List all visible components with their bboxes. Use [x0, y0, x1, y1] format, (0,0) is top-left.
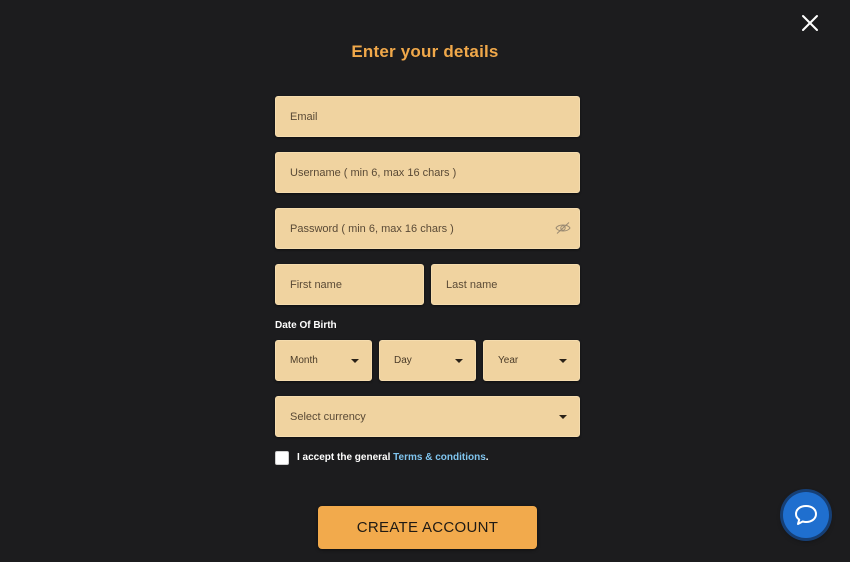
terms-link[interactable]: Terms & conditions — [393, 452, 486, 463]
registration-modal: Enter your details Date Of Birth Month D… — [0, 0, 850, 562]
year-select[interactable]: Year — [483, 340, 580, 381]
chat-button[interactable] — [783, 492, 829, 538]
chevron-down-icon — [455, 358, 463, 363]
page-title: Enter your details — [351, 42, 499, 61]
chevron-down-icon — [559, 358, 567, 363]
currency-select[interactable]: Select currency — [275, 396, 580, 437]
email-field[interactable] — [275, 96, 580, 137]
close-icon — [802, 15, 818, 31]
eye-icon — [555, 222, 571, 234]
month-select[interactable]: Month — [275, 340, 372, 381]
terms-suffix: . — [485, 452, 489, 463]
terms-label: I accept the general Terms & conditions. — [297, 452, 489, 463]
password-field[interactable] — [275, 208, 580, 249]
terms-checkbox[interactable] — [275, 451, 289, 465]
last-name-field[interactable] — [431, 264, 580, 305]
create-account-button[interactable]: CREATE ACCOUNT — [318, 506, 537, 549]
date-of-birth-label: Date Of Birth — [275, 320, 337, 331]
chat-bubble-icon — [795, 505, 817, 525]
day-select[interactable]: Day — [379, 340, 476, 381]
currency-select-value: Select currency — [290, 410, 366, 423]
year-select-value: Year — [498, 355, 519, 366]
month-select-value: Month — [290, 355, 318, 366]
username-field[interactable] — [275, 152, 580, 193]
chevron-down-icon — [351, 358, 359, 363]
terms-prefix: I accept the general — [297, 452, 394, 463]
close-button[interactable] — [800, 13, 820, 33]
day-select-value: Day — [394, 355, 412, 366]
chevron-down-icon — [559, 414, 567, 419]
password-toggle-button[interactable] — [555, 221, 571, 235]
first-name-field[interactable] — [275, 264, 424, 305]
